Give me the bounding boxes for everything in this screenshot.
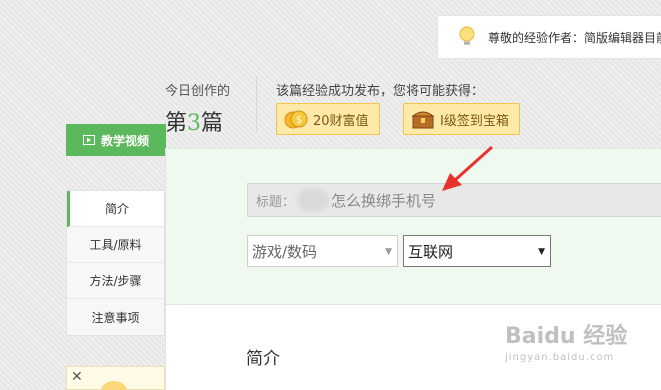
reward-title: 该篇经验成功发布，您将可能获得： <box>276 84 485 99</box>
category-value: 游戏/数码 <box>252 242 318 261</box>
section-nav: 简介 工具/原料 方法/步骤 注意事项 <box>66 190 165 336</box>
nav-item-label: 方法/步骤 <box>89 274 142 288</box>
wealth-label: 20财富值 <box>313 113 369 129</box>
today-count: 第3篇 <box>165 105 230 137</box>
nav-item-label: 工具/原料 <box>89 238 142 252</box>
chest-label: I级签到宝箱 <box>440 113 509 129</box>
svg-text:$: $ <box>296 115 302 126</box>
tips-card: ✕ <box>66 366 165 390</box>
close-icon[interactable]: ✕ <box>71 369 83 385</box>
today-label: 今日创作的 <box>165 84 231 99</box>
subcategory-select[interactable]: 互联网 ▼ <box>403 235 551 267</box>
watermark: Baidu 经验 jingyan.baidu.com <box>505 318 627 363</box>
nav-item-label: 简介 <box>104 202 129 216</box>
nav-item-label: 注意事项 <box>91 310 140 325</box>
nav-item-intro[interactable]: 简介 <box>67 191 164 227</box>
coin-icon: $ <box>284 110 308 129</box>
mascot-icon <box>101 381 127 390</box>
video-button-label: 教学视频 <box>100 133 149 148</box>
today-number: 3 <box>187 111 202 136</box>
header-zone: 标题： 怎么换绑手机号 游戏/数码 ▼ 互联网 ▼ <box>166 149 661 305</box>
nav-item-tools[interactable]: 工具/原料 <box>67 227 164 263</box>
lightbulb-icon <box>459 26 475 45</box>
chest-badge: I级签到宝箱 <box>403 103 520 135</box>
today-prefix: 第 <box>165 111 188 136</box>
notice-text: 尊敬的经验作者：简版编辑器目前 <box>488 30 661 45</box>
chevron-down-icon: ▼ <box>538 247 545 257</box>
today-suffix: 篇 <box>201 111 224 136</box>
title-value: 怎么换绑手机号 <box>331 191 437 210</box>
today-count-block: 今日创作的 第3篇 <box>165 80 230 137</box>
treasure-chest-icon <box>411 111 435 129</box>
divider <box>256 76 257 132</box>
nav-item-notes[interactable]: 注意事项 <box>67 299 164 335</box>
notice-banner: 尊敬的经验作者：简版编辑器目前 <box>437 15 661 59</box>
subcategory-value: 互联网 <box>408 242 454 261</box>
annotation-arrow-icon <box>442 145 494 191</box>
category-select[interactable]: 游戏/数码 ▼ <box>247 235 398 267</box>
watermark-text: Baidu 经验 <box>505 324 628 349</box>
nav-item-steps[interactable]: 方法/步骤 <box>67 263 164 299</box>
video-icon <box>82 135 95 145</box>
watermark-sub: jingyan.baidu.com <box>505 352 615 363</box>
wealth-badge: $ 20财富值 <box>276 103 380 135</box>
intro-heading: 简介 <box>246 349 280 369</box>
title-label: 标题： <box>256 194 296 210</box>
redacted-text <box>297 189 330 211</box>
chevron-down-icon: ▼ <box>385 247 392 257</box>
teaching-video-button[interactable]: 教学视频 <box>66 124 166 156</box>
